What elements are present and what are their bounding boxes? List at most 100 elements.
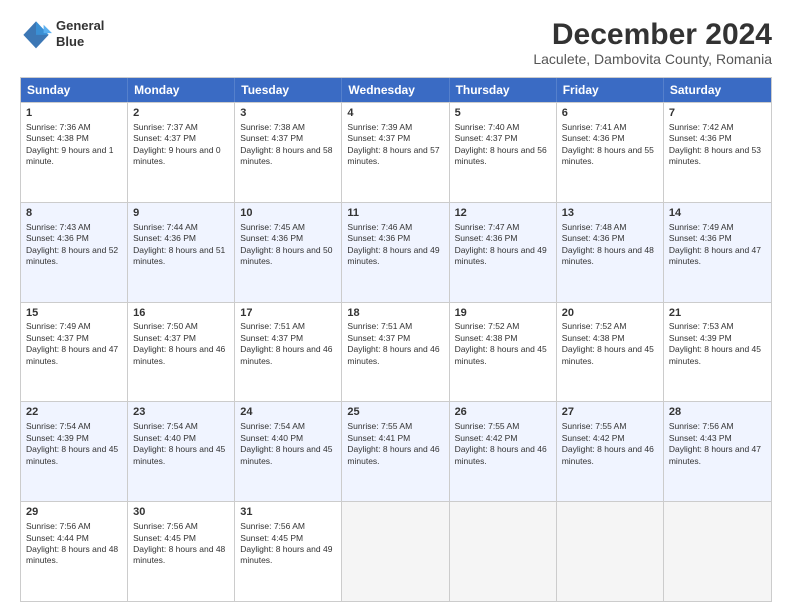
daylight-text: Daylight: 8 hours and 50 minutes. [240, 245, 332, 266]
sunrise-text: Sunrise: 7:56 AM [240, 521, 305, 531]
cal-cell: 21Sunrise: 7:53 AMSunset: 4:39 PMDayligh… [664, 303, 771, 402]
cal-cell: 18Sunrise: 7:51 AMSunset: 4:37 PMDayligh… [342, 303, 449, 402]
cal-cell: 14Sunrise: 7:49 AMSunset: 4:36 PMDayligh… [664, 203, 771, 302]
cal-cell: 16Sunrise: 7:50 AMSunset: 4:37 PMDayligh… [128, 303, 235, 402]
sunset-text: Sunset: 4:36 PM [240, 233, 303, 243]
sunrise-text: Sunrise: 7:47 AM [455, 222, 520, 232]
sunset-text: Sunset: 4:39 PM [669, 333, 732, 343]
sunset-text: Sunset: 4:36 PM [562, 133, 625, 143]
daylight-text: Daylight: 8 hours and 47 minutes. [26, 344, 118, 365]
cal-header-cell: Saturday [664, 78, 771, 102]
sunset-text: Sunset: 4:39 PM [26, 433, 89, 443]
sunset-text: Sunset: 4:37 PM [347, 133, 410, 143]
sunset-text: Sunset: 4:37 PM [240, 133, 303, 143]
logo-text: General Blue [56, 18, 104, 49]
sunset-text: Sunset: 4:41 PM [347, 433, 410, 443]
cal-cell: 13Sunrise: 7:48 AMSunset: 4:36 PMDayligh… [557, 203, 664, 302]
cal-cell: 2Sunrise: 7:37 AMSunset: 4:37 PMDaylight… [128, 103, 235, 202]
daylight-text: Daylight: 8 hours and 49 minutes. [347, 245, 439, 266]
sunrise-text: Sunrise: 7:50 AM [133, 321, 198, 331]
sunrise-text: Sunrise: 7:42 AM [669, 122, 734, 132]
daylight-text: Daylight: 8 hours and 45 minutes. [26, 444, 118, 465]
daylight-text: Daylight: 8 hours and 55 minutes. [562, 145, 654, 166]
sunrise-text: Sunrise: 7:37 AM [133, 122, 198, 132]
sunset-text: Sunset: 4:45 PM [240, 533, 303, 543]
daylight-text: Daylight: 8 hours and 57 minutes. [347, 145, 439, 166]
daylight-text: Daylight: 8 hours and 46 minutes. [240, 344, 332, 365]
logo: General Blue [20, 18, 104, 50]
daylight-text: Daylight: 8 hours and 58 minutes. [240, 145, 332, 166]
sunset-text: Sunset: 4:36 PM [669, 233, 732, 243]
cal-cell: 31Sunrise: 7:56 AMSunset: 4:45 PMDayligh… [235, 502, 342, 601]
sunset-text: Sunset: 4:40 PM [133, 433, 196, 443]
sunset-text: Sunset: 4:36 PM [562, 233, 625, 243]
day-number: 12 [455, 206, 551, 221]
daylight-text: Daylight: 8 hours and 45 minutes. [133, 444, 225, 465]
day-number: 13 [562, 206, 658, 221]
sunset-text: Sunset: 4:43 PM [669, 433, 732, 443]
cal-cell: 24Sunrise: 7:54 AMSunset: 4:40 PMDayligh… [235, 402, 342, 501]
cal-cell: 9Sunrise: 7:44 AMSunset: 4:36 PMDaylight… [128, 203, 235, 302]
cal-header-cell: Monday [128, 78, 235, 102]
sunrise-text: Sunrise: 7:44 AM [133, 222, 198, 232]
day-number: 11 [347, 206, 443, 221]
daylight-text: Daylight: 8 hours and 48 minutes. [26, 544, 118, 565]
daylight-text: Daylight: 8 hours and 51 minutes. [133, 245, 225, 266]
sunrise-text: Sunrise: 7:55 AM [455, 421, 520, 431]
daylight-text: Daylight: 8 hours and 56 minutes. [455, 145, 547, 166]
cal-cell: 19Sunrise: 7:52 AMSunset: 4:38 PMDayligh… [450, 303, 557, 402]
sunset-text: Sunset: 4:37 PM [133, 333, 196, 343]
cal-cell: 10Sunrise: 7:45 AMSunset: 4:36 PMDayligh… [235, 203, 342, 302]
title-block: December 2024 Laculete, Dambovita County… [533, 18, 772, 67]
sunset-text: Sunset: 4:37 PM [133, 133, 196, 143]
sunrise-text: Sunrise: 7:49 AM [669, 222, 734, 232]
calendar-row: 1Sunrise: 7:36 AMSunset: 4:38 PMDaylight… [21, 102, 771, 202]
sunrise-text: Sunrise: 7:52 AM [455, 321, 520, 331]
day-number: 22 [26, 405, 122, 420]
cal-cell-empty [664, 502, 771, 601]
daylight-text: Daylight: 8 hours and 45 minutes. [455, 344, 547, 365]
day-number: 26 [455, 405, 551, 420]
cal-header-cell: Friday [557, 78, 664, 102]
daylight-text: Daylight: 8 hours and 49 minutes. [455, 245, 547, 266]
cal-cell: 30Sunrise: 7:56 AMSunset: 4:45 PMDayligh… [128, 502, 235, 601]
daylight-text: Daylight: 8 hours and 47 minutes. [669, 444, 761, 465]
cal-cell: 23Sunrise: 7:54 AMSunset: 4:40 PMDayligh… [128, 402, 235, 501]
main-title: December 2024 [533, 18, 772, 51]
day-number: 31 [240, 505, 336, 520]
cal-cell: 28Sunrise: 7:56 AMSunset: 4:43 PMDayligh… [664, 402, 771, 501]
cal-cell: 26Sunrise: 7:55 AMSunset: 4:42 PMDayligh… [450, 402, 557, 501]
cal-header-cell: Sunday [21, 78, 128, 102]
daylight-text: Daylight: 8 hours and 53 minutes. [669, 145, 761, 166]
cal-header-cell: Tuesday [235, 78, 342, 102]
cal-cell: 6Sunrise: 7:41 AMSunset: 4:36 PM Daylight… [557, 103, 664, 202]
sunset-text: Sunset: 4:44 PM [26, 533, 89, 543]
header: General Blue December 2024 Laculete, Dam… [20, 18, 772, 67]
day-number: 25 [347, 405, 443, 420]
daylight-text: Daylight: 8 hours and 46 minutes. [347, 444, 439, 465]
day-number: 1 [26, 106, 122, 121]
calendar-row: 22Sunrise: 7:54 AMSunset: 4:39 PMDayligh… [21, 401, 771, 501]
sunrise-text: Sunrise: 7:40 AM [455, 122, 520, 132]
sunset-text: Sunset: 4:36 PM [347, 233, 410, 243]
cal-cell: 4Sunrise: 7:39 AMSunset: 4:37 PMDaylight… [342, 103, 449, 202]
cal-cell: 8Sunrise: 7:43 AMSunset: 4:36 PMDaylight… [21, 203, 128, 302]
day-number: 29 [26, 505, 122, 520]
sunset-text: Sunset: 4:38 PM [26, 133, 89, 143]
sunrise-text: Sunrise: 7:39 AM [347, 122, 412, 132]
cal-cell: 29Sunrise: 7:56 AMSunset: 4:44 PMDayligh… [21, 502, 128, 601]
day-number: 5 [455, 106, 551, 121]
cal-cell: 7Sunrise: 7:42 AMSunset: 4:36 PMDaylight… [664, 103, 771, 202]
sunrise-text: Sunrise: 7:41 AM [562, 122, 627, 132]
day-number: 15 [26, 306, 122, 321]
day-number: 6 [562, 106, 658, 121]
sunrise-text: Sunrise: 7:56 AM [133, 521, 198, 531]
sunrise-text: Sunrise: 7:51 AM [347, 321, 412, 331]
page: General Blue December 2024 Laculete, Dam… [0, 0, 792, 612]
daylight-text: Daylight: 8 hours and 45 minutes. [669, 344, 761, 365]
sunset-text: Sunset: 4:42 PM [455, 433, 518, 443]
sunset-text: Sunset: 4:42 PM [562, 433, 625, 443]
cal-cell: 5Sunrise: 7:40 AMSunset: 4:37 PMDaylight… [450, 103, 557, 202]
sunset-text: Sunset: 4:37 PM [240, 333, 303, 343]
sunset-text: Sunset: 4:36 PM [26, 233, 89, 243]
